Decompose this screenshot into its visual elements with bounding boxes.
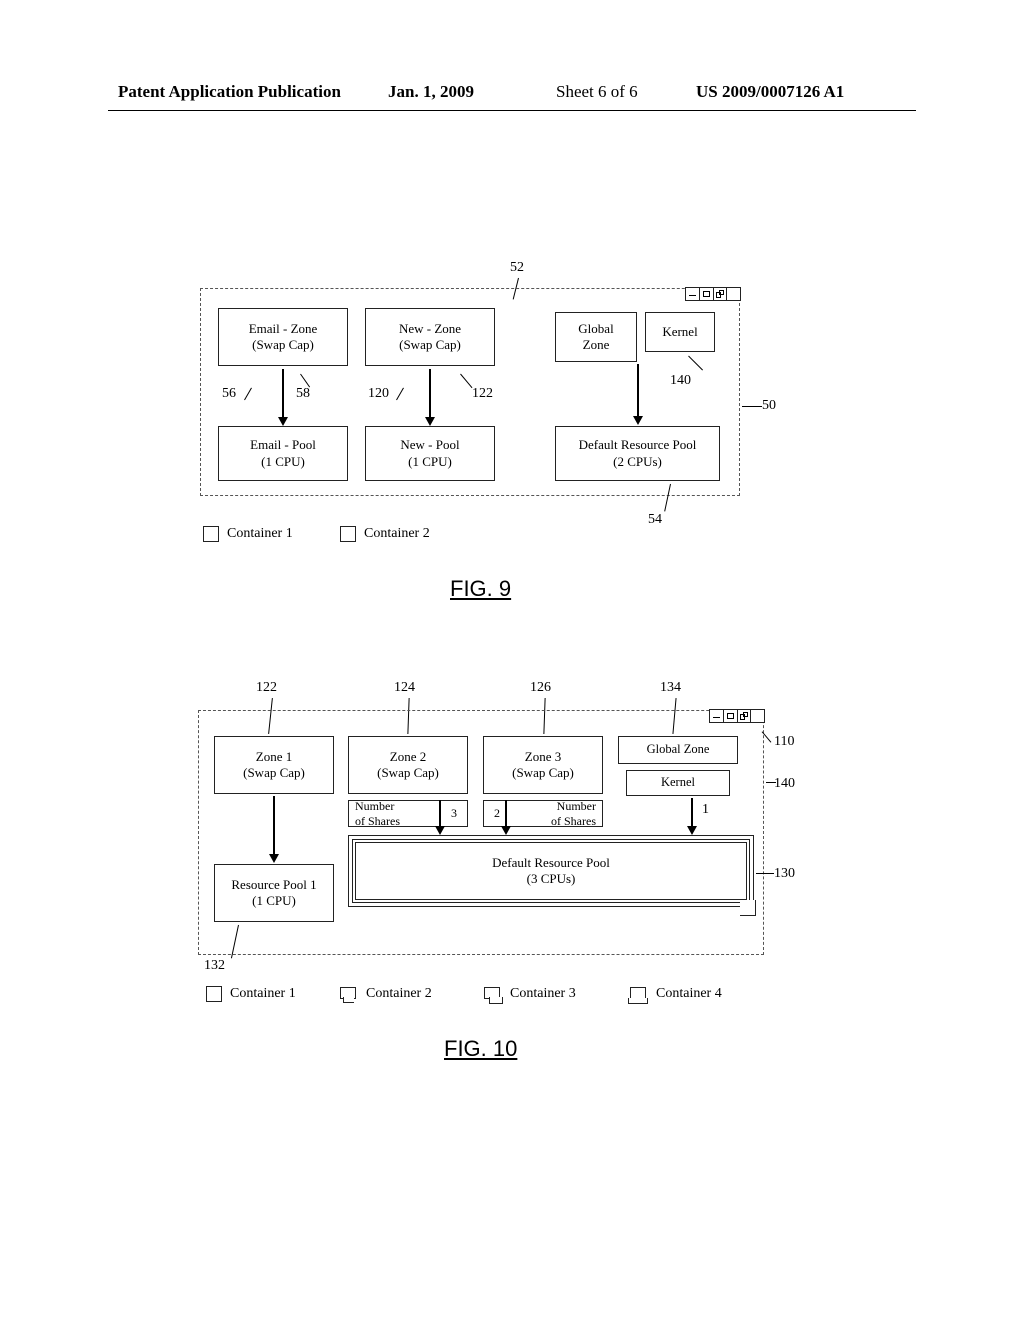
container-2-swatch	[340, 987, 358, 1001]
default-pool-label: Default Resource Pool(2 CPUs)	[579, 437, 697, 470]
default-pool-box: Default Resource Pool(3 CPUs)	[355, 842, 747, 900]
legend10-c2: Container 2	[340, 986, 432, 1002]
close-icon	[750, 710, 764, 722]
zone1-box: Zone 1(Swap Cap)	[214, 736, 334, 794]
close-icon	[726, 288, 740, 300]
window-controls-icon	[685, 287, 741, 301]
container-3-swatch	[484, 987, 502, 1001]
kernel-label: Kernel	[661, 775, 695, 791]
ref-126: 126	[530, 680, 551, 696]
default-pool-notch-icon	[740, 900, 756, 916]
ref-110: 110	[774, 734, 794, 750]
legend-c1: Container 1	[203, 526, 293, 542]
window-controls-icon	[709, 709, 765, 723]
kernel-box: Kernel	[645, 312, 715, 352]
minimize-icon	[710, 710, 723, 722]
page: Patent Application Publication Jan. 1, 2…	[0, 0, 1024, 1320]
legend-c2: Container 2	[340, 526, 430, 542]
container-3-label: Container 3	[510, 986, 576, 1002]
default-pool-box: Default Resource Pool(2 CPUs)	[555, 426, 720, 481]
ref-58: 58	[296, 386, 310, 402]
resource-pool-1-label: Resource Pool 1(1 CPU)	[231, 877, 316, 910]
global-zone-box: Global Zone	[618, 736, 738, 764]
zone2-shares-box: Numberof Shares 3	[348, 800, 468, 827]
email-pool-box: Email - Pool(1 CPU)	[218, 426, 348, 481]
ref-140b-leader	[766, 782, 776, 783]
zone2-shares-value: 3	[451, 806, 457, 821]
ref-50-leader	[742, 406, 762, 407]
ref-134: 134	[660, 680, 681, 696]
new-pool-box: New - Pool(1 CPU)	[365, 426, 495, 481]
shares-label-right: Numberof Shares	[551, 799, 596, 829]
figure-9: 52 Email - Zone(Swap Cap) New - Zone(Swa…	[200, 278, 760, 508]
container-1-swatch	[206, 986, 222, 1002]
container-4-label: Container 4	[656, 986, 722, 1002]
pub-number: US 2009/0007126 A1	[696, 82, 844, 102]
ref-52: 52	[510, 260, 524, 276]
email-zone-label: Email - Zone(Swap Cap)	[249, 321, 318, 354]
zone3-label: Zone 3(Swap Cap)	[512, 749, 574, 782]
ref-130-leader	[756, 873, 774, 874]
ref-132: 132	[204, 958, 225, 974]
new-pool-label: New - Pool(1 CPU)	[400, 437, 459, 470]
maximize-icon	[723, 710, 737, 722]
resource-pool-1-box: Resource Pool 1(1 CPU)	[214, 864, 334, 922]
zone3-box: Zone 3(Swap Cap)	[483, 736, 603, 794]
fig9-title: FIG. 9	[450, 576, 511, 602]
ref-120: 120	[368, 386, 389, 402]
legend10-c4: Container 4	[630, 986, 722, 1002]
kernel-label: Kernel	[662, 324, 697, 340]
shares-label-left: Numberof Shares	[355, 799, 400, 829]
new-zone-box: New - Zone(Swap Cap)	[365, 308, 495, 366]
maximize-icon	[699, 288, 713, 300]
global-zone-box: GlobalZone	[555, 312, 637, 362]
zone2-label: Zone 2(Swap Cap)	[377, 749, 439, 782]
restore-icon	[737, 710, 751, 722]
pub-label: Patent Application Publication	[118, 82, 341, 102]
default-pool-outer: Default Resource Pool(3 CPUs)	[348, 835, 754, 907]
ref-124: 124	[394, 680, 415, 696]
container-2-swatch	[340, 526, 356, 542]
container-1-swatch	[203, 526, 219, 542]
email-pool-label: Email - Pool(1 CPU)	[250, 437, 316, 470]
global-shares-value: 1	[702, 802, 709, 818]
container-2-label: Container 2	[364, 526, 430, 542]
ref-50: 50	[762, 398, 776, 414]
figure-10: 122 124 126 134 Zone 1(Swap Cap) Zone 2(…	[198, 690, 778, 970]
zone3-shares-box: 2 Numberof Shares	[483, 800, 603, 827]
container-1-label: Container 1	[230, 986, 296, 1002]
container-4-swatch	[630, 987, 648, 1001]
restore-icon	[713, 288, 727, 300]
legend10-c1: Container 1	[206, 986, 296, 1002]
ref-130: 130	[774, 866, 795, 882]
header-rule	[108, 110, 916, 111]
ref-122: 122	[472, 386, 493, 402]
email-zone-box: Email - Zone(Swap Cap)	[218, 308, 348, 366]
zone3-shares-value: 2	[494, 806, 500, 821]
zone2-box: Zone 2(Swap Cap)	[348, 736, 468, 794]
pub-date: Jan. 1, 2009	[388, 82, 474, 102]
global-zone-label: GlobalZone	[578, 321, 613, 354]
global-zone-label: Global Zone	[647, 742, 710, 758]
container-2-label: Container 2	[366, 986, 432, 1002]
new-zone-label: New - Zone(Swap Cap)	[399, 321, 461, 354]
ref-140b: 140	[774, 776, 795, 792]
ref-54: 54	[648, 512, 662, 528]
zone1-label: Zone 1(Swap Cap)	[243, 749, 305, 782]
kernel-box: Kernel	[626, 770, 730, 796]
ref-56: 56	[222, 386, 236, 402]
container-1-label: Container 1	[227, 526, 293, 542]
default-pool-label: Default Resource Pool(3 CPUs)	[492, 855, 610, 888]
legend10-c3: Container 3	[484, 986, 576, 1002]
fig10-title: FIG. 10	[444, 1036, 517, 1062]
ref-140: 140	[670, 373, 691, 389]
sheet-number: Sheet 6 of 6	[556, 82, 638, 102]
minimize-icon	[686, 288, 699, 300]
ref-122b: 122	[256, 680, 277, 696]
